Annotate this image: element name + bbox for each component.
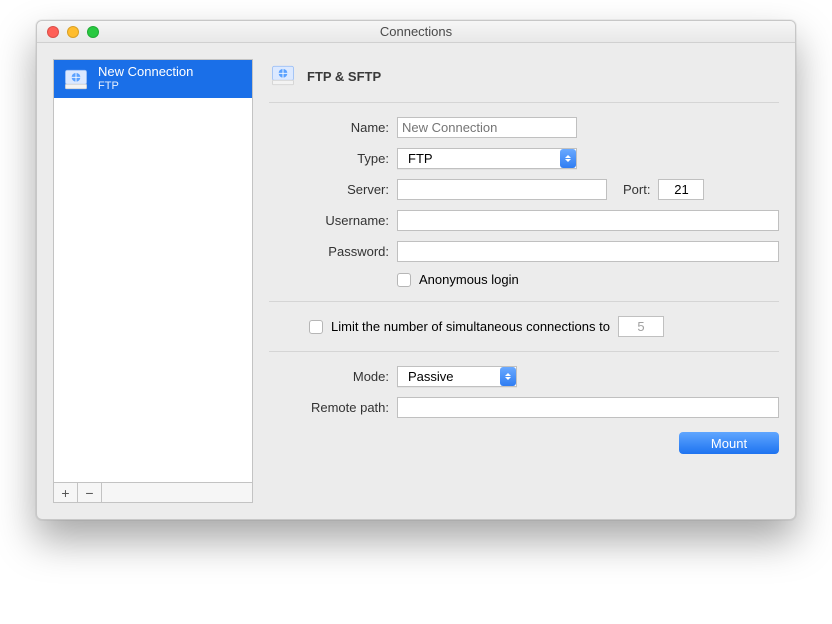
password-label: Password: (269, 244, 389, 259)
mount-button[interactable]: Mount (679, 432, 779, 454)
server-field[interactable] (397, 179, 607, 200)
panel-title: FTP & SFTP (307, 69, 381, 84)
type-select[interactable]: FTP (397, 148, 577, 169)
window-title: Connections (37, 24, 795, 39)
port-label: Port: (623, 182, 650, 197)
ftp-panel-icon (269, 61, 297, 92)
type-label: Type: (269, 151, 389, 166)
minimize-window-button[interactable] (67, 26, 79, 38)
connection-form: FTP & SFTP Name: Type: FTP Server: (269, 59, 779, 503)
zoom-window-button[interactable] (87, 26, 99, 38)
traffic-lights (37, 26, 99, 38)
window-body: New Connection FTP + − (37, 43, 795, 519)
sidebar-footer: + − (54, 482, 252, 502)
connections-window: Connections New Connection F (36, 20, 796, 520)
limit-value-field[interactable] (618, 316, 664, 337)
type-select-value: FTP (402, 151, 433, 166)
mode-select-value: Passive (402, 369, 454, 384)
anonymous-label: Anonymous login (419, 272, 519, 287)
connection-item-title: New Connection (98, 65, 193, 80)
add-connection-button[interactable]: + (54, 483, 78, 502)
close-window-button[interactable] (47, 26, 59, 38)
drive-network-icon (62, 65, 90, 93)
connections-list: New Connection FTP (54, 60, 252, 482)
titlebar: Connections (37, 21, 795, 43)
password-field[interactable] (397, 241, 779, 262)
username-field[interactable] (397, 210, 779, 231)
port-field[interactable] (658, 179, 704, 200)
name-label: Name: (269, 120, 389, 135)
limit-label: Limit the number of simultaneous connect… (331, 319, 610, 334)
chevron-updown-icon (560, 149, 576, 168)
remove-connection-button[interactable]: − (78, 483, 102, 502)
connection-item-subtitle: FTP (98, 80, 193, 93)
name-field[interactable] (397, 117, 577, 138)
separator (269, 301, 779, 302)
mode-select[interactable]: Passive (397, 366, 517, 387)
connection-item[interactable]: New Connection FTP (54, 60, 252, 98)
server-label: Server: (269, 182, 389, 197)
anonymous-checkbox[interactable] (397, 273, 411, 287)
connection-item-text: New Connection FTP (98, 65, 193, 93)
limit-checkbox[interactable] (309, 320, 323, 334)
mode-label: Mode: (269, 369, 389, 384)
panel-header: FTP & SFTP (269, 59, 779, 103)
username-label: Username: (269, 213, 389, 228)
connections-sidebar: New Connection FTP + − (53, 59, 253, 503)
remote-path-label: Remote path: (269, 400, 389, 415)
chevron-updown-icon (500, 367, 516, 386)
remote-path-field[interactable] (397, 397, 779, 418)
separator (269, 351, 779, 352)
